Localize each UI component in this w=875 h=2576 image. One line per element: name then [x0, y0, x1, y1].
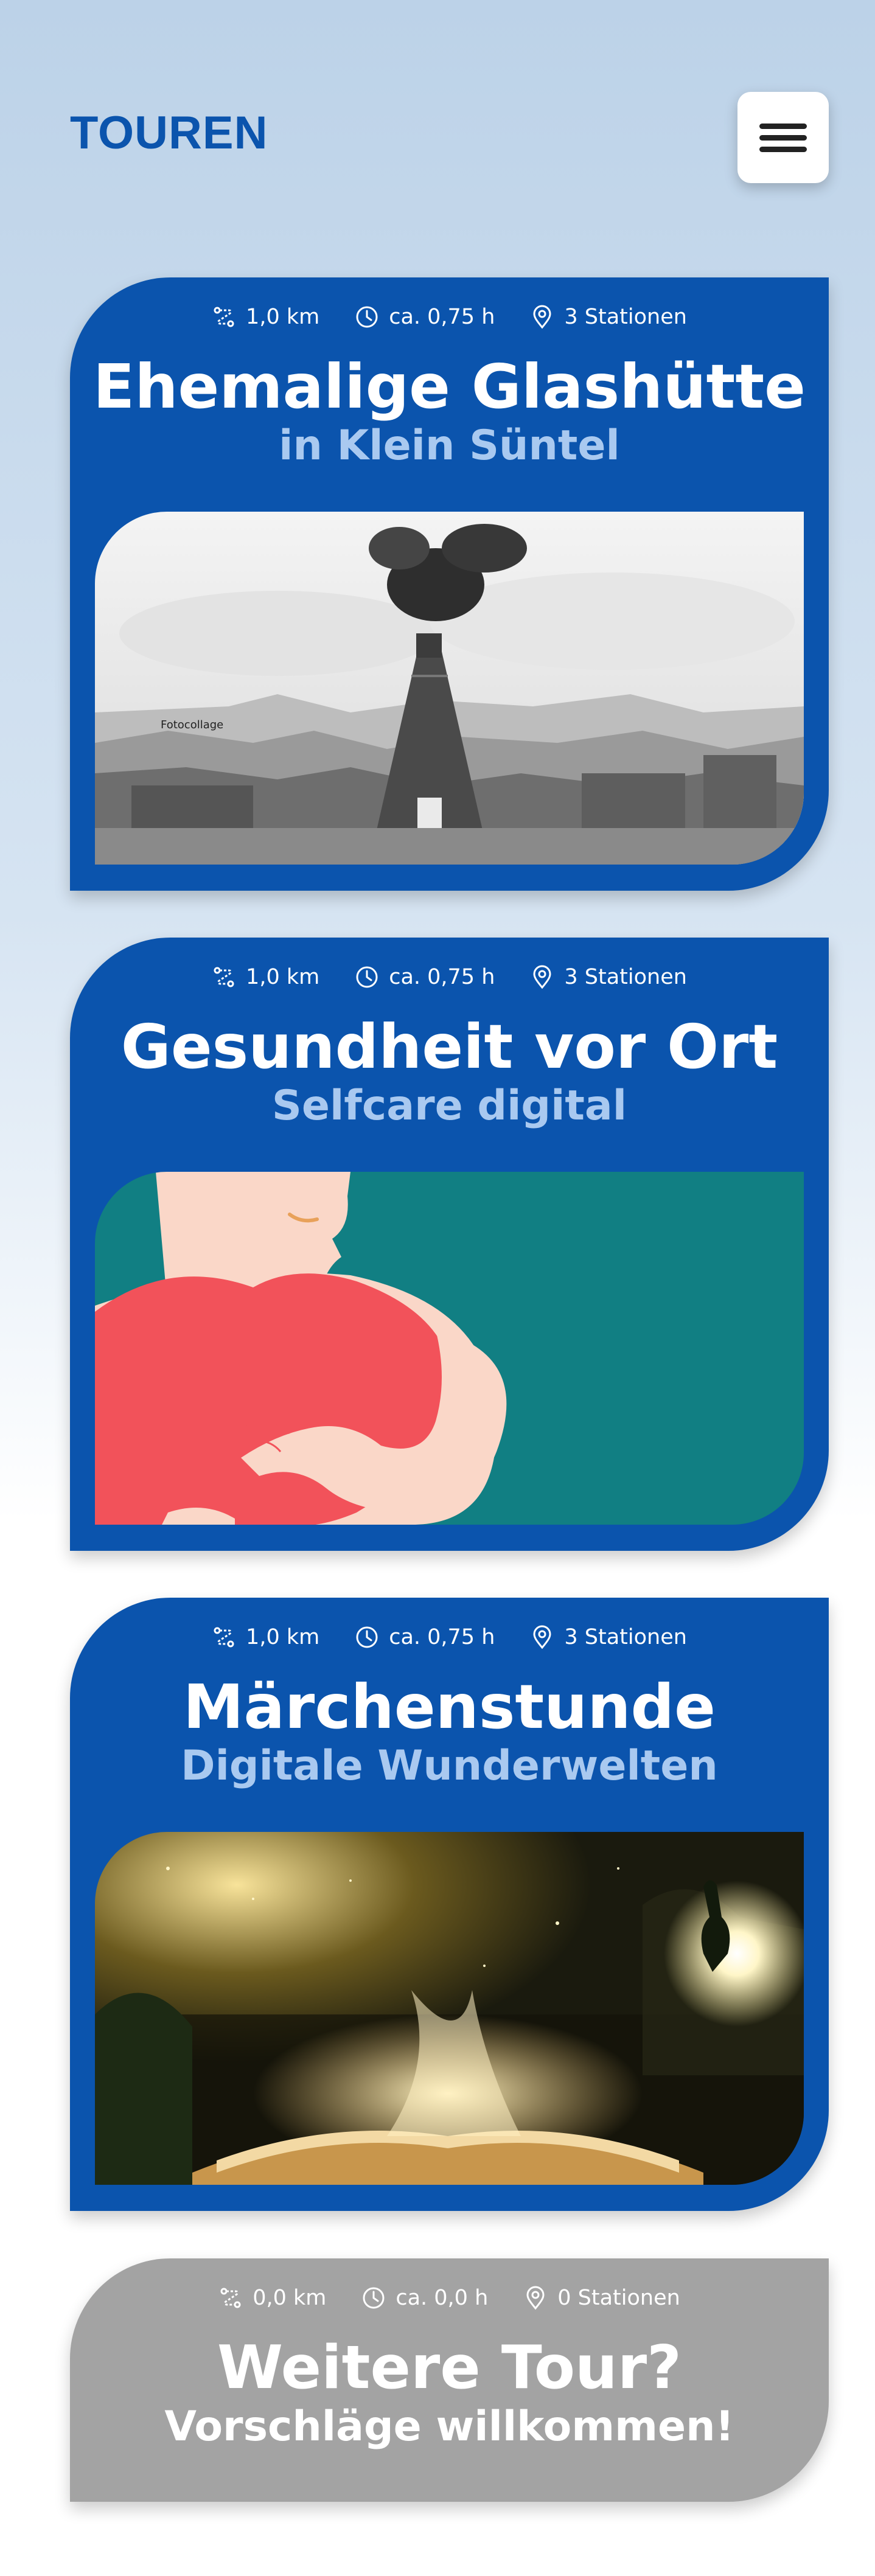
tour-subtitle: Vorschläge willkommen! — [164, 2403, 734, 2451]
tour-stations: 3 Stationen — [564, 1625, 687, 1649]
tour-image — [95, 1832, 804, 2185]
tour-meta: 1,0 km ca. 0,75 h 3 Stationen — [70, 1616, 829, 1659]
tour-title: Märchenstunde — [183, 1671, 716, 1742]
tour-title: Ehemalige Glashütte — [93, 351, 806, 422]
clock-icon — [356, 966, 378, 988]
tour-meta: 1,0 km ca. 0,75 h 3 Stationen — [70, 956, 829, 998]
heart-hug-illustration — [95, 1172, 804, 1525]
tour-image: Fotocollage — [95, 512, 804, 865]
route-icon — [214, 307, 234, 327]
tour-meta: 1,0 km ca. 0,75 h 3 Stationen — [70, 296, 829, 338]
glass-furnace-image — [95, 512, 804, 865]
map-pin-icon — [533, 305, 551, 329]
tour-title: Weitere Tour? — [217, 2333, 682, 2403]
tour-stations: 3 Stationen — [564, 305, 687, 329]
route-icon — [220, 2288, 241, 2308]
tour-distance: 1,0 km — [246, 965, 320, 989]
tour-distance: 1,0 km — [246, 1625, 320, 1649]
tour-card-glashuette[interactable]: 1,0 km ca. 0,75 h 3 Stationen Ehemalige … — [70, 277, 829, 891]
tour-card-suggestion[interactable]: 0,0 km ca. 0,0 h 0 Stationen Weitere Tou… — [70, 2258, 829, 2502]
tour-duration: ca. 0,75 h — [389, 305, 495, 329]
tour-stations: 3 Stationen — [564, 965, 687, 989]
hamburger-menu-icon — [759, 135, 807, 141]
tour-card-gesundheit[interactable]: 1,0 km ca. 0,75 h 3 Stationen Gesundheit… — [70, 938, 829, 1551]
hamburger-menu-icon — [759, 147, 807, 152]
tour-title: Gesundheit vor Ort — [120, 1011, 778, 1082]
map-pin-icon — [526, 2286, 545, 2310]
tour-duration: ca. 0,0 h — [396, 2286, 489, 2310]
hamburger-menu-icon — [759, 124, 807, 129]
tour-duration: ca. 0,75 h — [389, 965, 495, 989]
map-pin-icon — [533, 1625, 551, 1649]
tour-card-maerchenstunde[interactable]: 1,0 km ca. 0,75 h 3 Stationen Märchenstu… — [70, 1598, 829, 2211]
tour-subtitle: in Klein Süntel — [279, 422, 620, 470]
tour-duration: ca. 0,75 h — [389, 1625, 495, 1649]
magic-book-image — [95, 1832, 804, 2185]
route-icon — [214, 967, 234, 987]
tour-subtitle: Digitale Wunderwelten — [181, 1742, 718, 1790]
page-header: TOUREN — [0, 0, 875, 268]
page-title: TOUREN — [70, 107, 268, 159]
menu-button[interactable] — [737, 92, 829, 183]
map-pin-icon — [533, 965, 551, 989]
tour-distance: 1,0 km — [246, 305, 320, 329]
tour-distance: 0,0 km — [253, 2286, 327, 2310]
image-caption: Fotocollage — [161, 719, 224, 731]
route-icon — [214, 1627, 234, 1648]
tour-subtitle: Selfcare digital — [271, 1082, 627, 1130]
tour-image — [95, 1172, 804, 1525]
clock-icon — [356, 1626, 378, 1648]
tour-meta: 0,0 km ca. 0,0 h 0 Stationen — [70, 2277, 829, 2319]
clock-icon — [363, 2287, 385, 2309]
clock-icon — [356, 306, 378, 328]
tour-stations: 0 Stationen — [557, 2286, 680, 2310]
